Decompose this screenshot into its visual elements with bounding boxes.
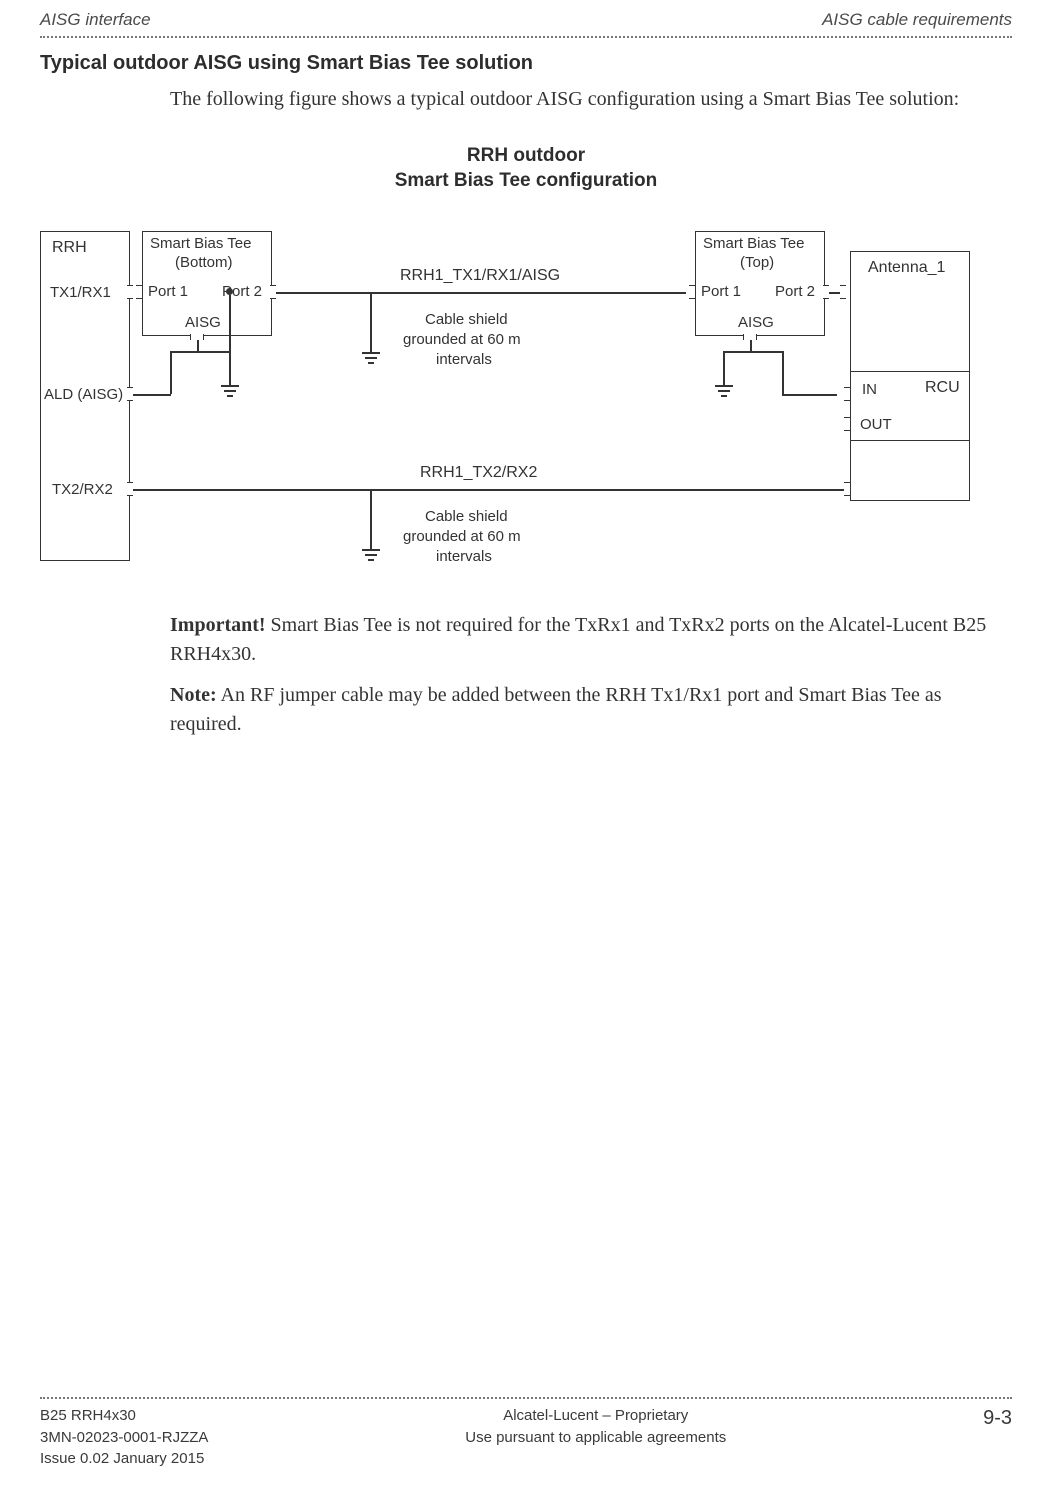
sbt-bottom-aisg-hbranch bbox=[170, 351, 230, 353]
header-rule bbox=[40, 36, 1012, 38]
rcu-out-tick bbox=[844, 417, 850, 431]
sbt-top-aisg-to-rcu-v bbox=[782, 351, 784, 394]
sbt-bottom-aisg-v2 bbox=[170, 351, 172, 394]
figure-caption-line1: RRH outdoor bbox=[40, 144, 1012, 169]
cable1-label: RRH1_TX1/RX1/AISG bbox=[400, 267, 560, 285]
rcu-out-label: OUT bbox=[860, 416, 892, 433]
sbt-top-ground-icon bbox=[715, 385, 733, 399]
intro-paragraph: The following figure shows a typical out… bbox=[170, 85, 1012, 114]
footer-left: B25 RRH4x30 3MN-02023-0001-RJZZA Issue 0… bbox=[40, 1405, 208, 1470]
cable1-ground-v bbox=[370, 292, 372, 352]
cable1-shield-line3: intervals bbox=[436, 351, 492, 368]
sbt-bottom-aisg: AISG bbox=[185, 314, 221, 331]
tx2rx2-label: TX2/RX2 bbox=[52, 481, 113, 498]
figure-caption: RRH outdoor Smart Bias Tee configuration bbox=[40, 144, 1012, 193]
sbt-bottom-aisg-v1 bbox=[197, 340, 199, 352]
note-paragraph: Note: An RF jumper cable may be added be… bbox=[170, 681, 1012, 739]
cable1-line bbox=[276, 292, 686, 294]
sbt-bottom-aisg-h2 bbox=[133, 394, 171, 396]
sbt-top-port2: Port 2 bbox=[775, 283, 815, 300]
antenna-port-tx2 bbox=[844, 482, 850, 496]
sbt-bottom-ground-v bbox=[229, 295, 231, 385]
rcu-in-label: IN bbox=[862, 381, 877, 398]
footer-left-line1: B25 RRH4x30 bbox=[40, 1405, 208, 1427]
rrh-port-tx1 bbox=[127, 285, 133, 299]
footer-center-line2: Use pursuant to applicable agreements bbox=[465, 1427, 726, 1449]
footer-left-line2: 3MN-02023-0001-RJZZA bbox=[40, 1427, 208, 1449]
sbt-top-aisg-h bbox=[723, 351, 783, 353]
sbt-bottom-line2: (Bottom) bbox=[175, 254, 233, 271]
cable2-shield-line1: Cable shield bbox=[425, 508, 508, 525]
page-header: AISG interface AISG cable requirements bbox=[40, 0, 1012, 36]
sbt-top-aisg: AISG bbox=[738, 314, 774, 331]
tx1rx1-label: TX1/RX1 bbox=[50, 284, 111, 301]
sbt-top-ground-v bbox=[723, 351, 725, 385]
cable1-ground-icon bbox=[362, 352, 380, 366]
ald-aisg-label: ALD (AISG) bbox=[44, 386, 123, 403]
header-left: AISG interface bbox=[40, 10, 151, 30]
important-text: Smart Bias Tee is not required for the T… bbox=[170, 614, 986, 665]
sbt-top-port1: Port 1 bbox=[701, 283, 741, 300]
cable2-line bbox=[133, 489, 844, 491]
antenna-label: Antenna_1 bbox=[868, 259, 945, 277]
cable2-label: RRH1_TX2/RX2 bbox=[420, 464, 537, 482]
page-footer: B25 RRH4x30 3MN-02023-0001-RJZZA Issue 0… bbox=[40, 1397, 1012, 1470]
footer-center-line1: Alcatel-Lucent – Proprietary bbox=[465, 1405, 726, 1427]
note-label: Note: bbox=[170, 684, 217, 706]
sbt-bottom-port1: Port 1 bbox=[148, 283, 188, 300]
important-label: Important! bbox=[170, 614, 266, 636]
footer-center: Alcatel-Lucent – Proprietary Use pursuan… bbox=[465, 1405, 726, 1449]
cable2-ground-icon bbox=[362, 549, 380, 563]
page-number: 9-3 bbox=[983, 1405, 1012, 1430]
rcu-label: RCU bbox=[925, 379, 960, 397]
cable1-shield-line1: Cable shield bbox=[425, 311, 508, 328]
rcu-in-tick bbox=[844, 387, 850, 401]
sbt-bottom-port1-tick bbox=[136, 285, 142, 299]
intro-text: The following figure shows a typical out… bbox=[170, 85, 1012, 114]
sbt-bottom-line1: Smart Bias Tee bbox=[150, 235, 251, 252]
cable2-shield-line3: intervals bbox=[436, 548, 492, 565]
important-paragraph: Important! Smart Bias Tee is not require… bbox=[170, 611, 1012, 669]
header-right: AISG cable requirements bbox=[822, 10, 1012, 30]
cable2-shield-line2: grounded at 60 m bbox=[403, 528, 521, 545]
rrh-label: RRH bbox=[52, 239, 87, 257]
sbt-top-line2: (Top) bbox=[740, 254, 774, 271]
antenna-port-top bbox=[840, 285, 846, 299]
footer-left-line3: Issue 0.02 January 2015 bbox=[40, 1448, 208, 1470]
sbt-bottom-ground-icon bbox=[221, 385, 239, 399]
sbt-top-port1-tick bbox=[689, 285, 695, 299]
important-note-block: Important! Smart Bias Tee is not require… bbox=[170, 611, 1012, 739]
sbt-top-aisg-to-rcu-h bbox=[782, 394, 837, 396]
diagram: RRH TX1/RX1 ALD (AISG) TX2/RX2 Smart Bia… bbox=[30, 211, 1000, 581]
cable1-shield-line2: grounded at 60 m bbox=[403, 331, 521, 348]
note-text: An RF jumper cable may be added between … bbox=[170, 684, 942, 735]
figure-caption-line2: Smart Bias Tee configuration bbox=[40, 169, 1012, 194]
sbt-top-line1: Smart Bias Tee bbox=[703, 235, 804, 252]
section-title: Typical outdoor AISG using Smart Bias Te… bbox=[40, 52, 1012, 75]
cable2-ground-v bbox=[370, 489, 372, 549]
